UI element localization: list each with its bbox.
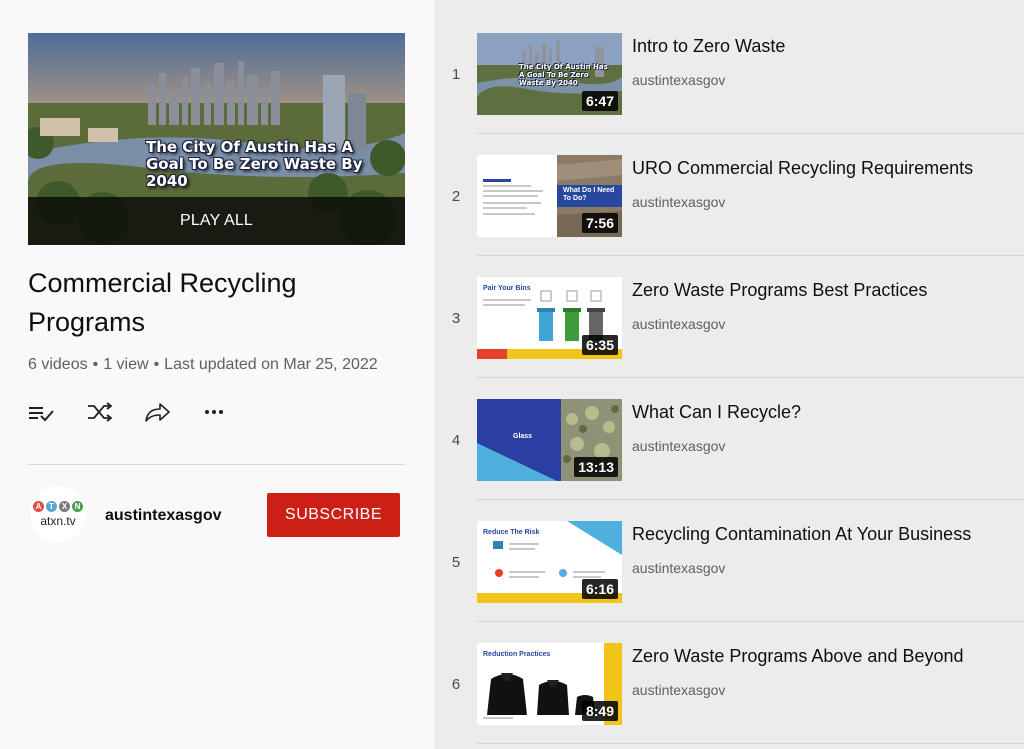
- avatar-letter: T: [46, 500, 57, 512]
- channel-name-link[interactable]: austintexasgov: [105, 507, 221, 525]
- avatar-logo: A T X N: [33, 500, 83, 512]
- video-index: 2: [451, 188, 461, 205]
- shuffle-button[interactable]: [86, 398, 144, 426]
- video-duration: 6:47: [581, 91, 618, 111]
- video-title-link[interactable]: What Can I Recycle?: [632, 402, 801, 423]
- share-button[interactable]: [144, 398, 202, 426]
- thumbnail-caption: Reduction Practices: [483, 651, 551, 658]
- playlist-sidebar: The City Of Austin Has A Goal To Be Zero…: [0, 0, 434, 749]
- video-duration: 13:13: [574, 457, 618, 477]
- share-icon: [145, 403, 170, 422]
- subscribe-button[interactable]: SUBSCRIBE: [267, 493, 400, 537]
- playlist-title: Commercial Recycling Programs: [28, 268, 297, 337]
- row-divider: [477, 743, 1024, 744]
- playlist-stats: 6 videos • 1 view • Last updated on Mar 25, …: [28, 356, 378, 374]
- playlist-video-row[interactable]: 2 What Do I Need To Do? 7:56 URO Commerc…: [434, 122, 1024, 256]
- video-channel-link[interactable]: austintexasgov: [632, 72, 725, 88]
- video-channel-link[interactable]: austintexasgov: [632, 682, 725, 698]
- thumbnail-caption: Reduce The Risk: [483, 529, 540, 536]
- video-index: 4: [451, 432, 461, 449]
- video-title-link[interactable]: Recycling Contamination At Your Business: [632, 524, 971, 545]
- avatar-letter: X: [59, 500, 70, 512]
- video-index: 6: [451, 676, 461, 693]
- separator-dot: •: [92, 356, 99, 373]
- playlist-actions: [28, 398, 260, 426]
- video-title-link[interactable]: URO Commercial Recycling Requirements: [632, 158, 973, 179]
- avatar-letter: A: [33, 500, 44, 512]
- avatar-letter: N: [72, 500, 83, 512]
- thumbnail-caption: The City Of Austin Has A Goal To Be Zero…: [519, 63, 608, 87]
- video-thumbnail[interactable]: What Do I Need To Do? 7:56: [477, 155, 622, 237]
- thumbnail-caption: Pair Your Bins: [483, 285, 531, 292]
- video-duration: 6:16: [581, 579, 618, 599]
- video-title-link[interactable]: Zero Waste Programs Best Practices: [632, 280, 927, 301]
- play-all-button[interactable]: PLAY ALL: [28, 197, 405, 245]
- video-thumbnail[interactable]: The City Of Austin Has A Goal To Be Zero…: [477, 33, 622, 115]
- video-thumbnail[interactable]: Pair Your Bins 6:35: [477, 277, 622, 359]
- video-count: 6 videos: [28, 356, 88, 373]
- playlist-video-row[interactable]: 4 Glass 13:13 What Can I Recycle? austin…: [434, 366, 1024, 500]
- shuffle-icon: [88, 402, 113, 422]
- video-index: 1: [451, 66, 461, 83]
- save-playlist-button[interactable]: [28, 398, 86, 426]
- thumbnail-caption: What Do I Need To Do?: [563, 187, 615, 202]
- playlist-video-row[interactable]: 1 The City Of Austin Has A Goal To Be Ze…: [434, 0, 1024, 134]
- more-horizontal-icon: [205, 410, 223, 414]
- video-duration: 8:49: [581, 701, 618, 721]
- video-title-link[interactable]: Zero Waste Programs Above and Beyond: [632, 646, 964, 667]
- separator-dot: •: [153, 356, 160, 373]
- playlist-thumbnail[interactable]: The City Of Austin Has A Goal To Be Zero…: [28, 33, 405, 245]
- video-thumbnail[interactable]: Reduce The Risk 6:16: [477, 521, 622, 603]
- divider: [28, 464, 405, 465]
- video-duration: 7:56: [581, 213, 618, 233]
- video-duration: 6:35: [581, 335, 618, 355]
- video-thumbnail[interactable]: Reduction Practices 8:49: [477, 643, 622, 725]
- playlist-video-row[interactable]: 6 Reduction Practices 8:49 Zero Waste Pr…: [434, 610, 1024, 744]
- video-channel-link[interactable]: austintexasgov: [632, 560, 725, 576]
- view-count: 1 view: [103, 356, 149, 373]
- playlist-video-row[interactable]: 3 Pair Your Bins 6:35 Zero Waste Program…: [434, 244, 1024, 378]
- video-channel-link[interactable]: austintexasgov: [632, 438, 725, 454]
- hero-caption: The City Of Austin Has A Goal To Be Zero…: [146, 138, 363, 190]
- video-channel-link[interactable]: austintexasgov: [632, 194, 725, 210]
- last-updated: Last updated on Mar 25, 2022: [164, 356, 378, 373]
- video-channel-link[interactable]: austintexasgov: [632, 316, 725, 332]
- thumbnail-caption: Glass: [513, 433, 533, 440]
- more-options-button[interactable]: [202, 398, 260, 426]
- add-to-queue-icon: [29, 407, 54, 422]
- channel-avatar[interactable]: A T X N atxn.tv: [30, 486, 86, 542]
- playlist-video-row[interactable]: 5 Reduce The Risk 6:16 Recycling Contami…: [434, 488, 1024, 622]
- video-index: 5: [451, 554, 461, 571]
- video-index: 3: [451, 310, 461, 327]
- avatar-label: atxn.tv: [40, 513, 76, 528]
- video-thumbnail[interactable]: Glass 13:13: [477, 399, 622, 481]
- playlist-video-list: 1 The City Of Austin Has A Goal To Be Ze…: [434, 0, 1024, 749]
- video-title-link[interactable]: Intro to Zero Waste: [632, 36, 785, 57]
